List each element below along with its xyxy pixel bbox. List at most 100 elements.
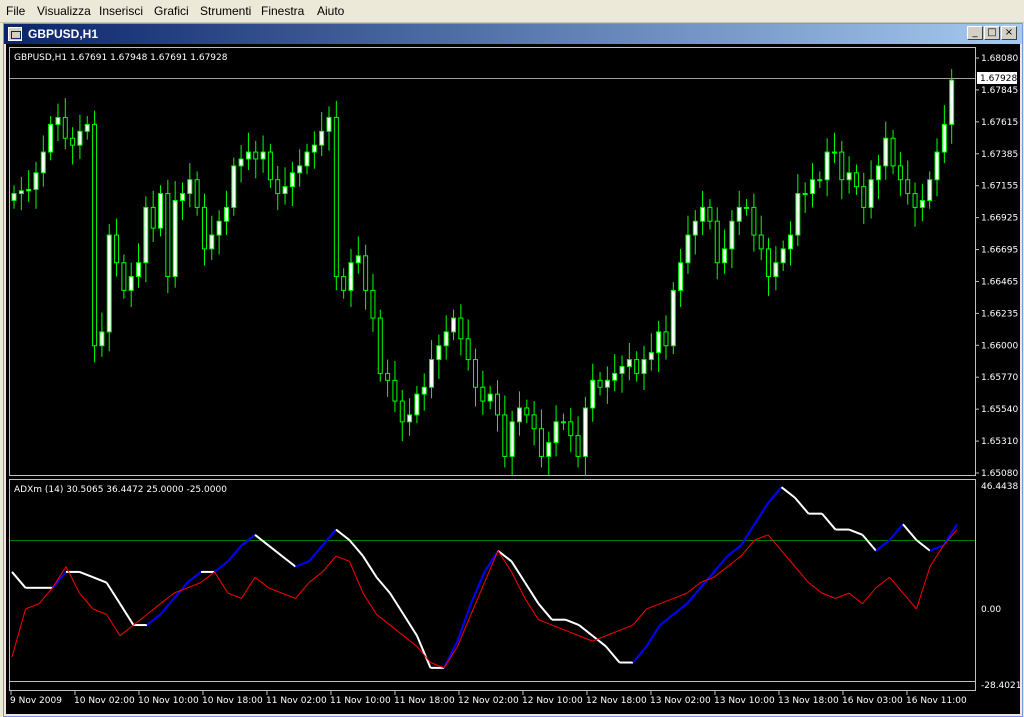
candle-body: [941, 123, 947, 153]
candle-body: [626, 359, 632, 367]
candle-body: [62, 116, 68, 139]
candle-body: [414, 393, 420, 416]
candle-body: [868, 179, 874, 208]
candle-body: [824, 151, 830, 181]
chart-canvas[interactable]: GBPUSD,H1 1.67691 1.67948 1.67691 1.6792…: [0, 0, 1024, 717]
time-tick-label: 16 Nov 11:00: [906, 696, 967, 706]
candle-body: [319, 130, 325, 146]
candle-body: [546, 442, 552, 457]
candle-body: [304, 151, 310, 167]
candle-body: [905, 179, 911, 195]
candle-body: [326, 116, 332, 132]
candle-body: [179, 193, 185, 201]
price-info-label: GBPUSD,H1 1.67691 1.67948 1.67691 1.6792…: [14, 53, 228, 63]
candle-body: [99, 331, 105, 347]
candle-body: [656, 331, 662, 354]
candle-body: [348, 262, 354, 291]
time-tick-label: 9 Nov 2009: [10, 696, 62, 706]
candle-body: [590, 379, 596, 409]
candle-body: [758, 234, 764, 250]
candle-body: [40, 151, 46, 174]
candle-body: [407, 414, 413, 423]
candle-body: [875, 165, 881, 181]
candle-body: [392, 379, 398, 402]
candle-body: [927, 179, 933, 201]
candle-body: [648, 352, 654, 361]
candle-body: [275, 179, 281, 195]
candle-body: [187, 179, 193, 195]
candle-body: [363, 255, 369, 291]
candle-body: [597, 379, 603, 388]
candle-body: [267, 151, 273, 181]
candle-body: [150, 206, 156, 229]
candle-body: [18, 190, 24, 195]
candle-body: [494, 393, 500, 416]
candle-body: [612, 372, 618, 381]
time-tick-label: 11 Nov 02:00: [266, 696, 327, 706]
candle-body: [846, 172, 852, 181]
candle-body: [509, 421, 515, 457]
candle-body: [744, 206, 750, 209]
candle-body: [560, 421, 566, 424]
candle-body: [795, 193, 801, 236]
candle-body: [370, 289, 376, 319]
candle-body: [55, 116, 61, 125]
time-tick-label: 11 Nov 10:00: [330, 696, 391, 706]
price-tick-label: 1.66695: [981, 246, 1018, 256]
time-tick-label: 10 Nov 10:00: [138, 696, 199, 706]
candle-body: [289, 172, 295, 188]
candle-body: [634, 359, 640, 374]
candle-body: [11, 193, 17, 201]
candle-body: [861, 186, 867, 208]
candle-body: [458, 317, 464, 340]
candle-body: [919, 199, 925, 208]
indicator-tick-label: 46.4438: [981, 482, 1018, 492]
time-tick-label: 13 Nov 10:00: [714, 696, 775, 706]
price-tick-label: 1.68080: [981, 54, 1018, 64]
candle-body: [817, 179, 823, 182]
candle-body: [553, 421, 559, 444]
price-tick-label: 1.65080: [981, 469, 1018, 479]
candle-body: [912, 193, 918, 208]
candle-body: [839, 151, 845, 181]
candle-body: [766, 248, 772, 278]
candle-body: [480, 386, 486, 402]
candle-body: [568, 421, 574, 437]
candle-body: [128, 276, 134, 291]
candle-body: [809, 179, 815, 195]
candle-body: [165, 193, 171, 278]
time-tick-label: 10 Nov 02:00: [74, 696, 135, 706]
candle-body: [736, 206, 742, 222]
candle-body: [831, 151, 837, 154]
price-tick-label: 1.67155: [981, 182, 1018, 192]
candle-body: [538, 428, 544, 457]
candle-body: [641, 359, 647, 374]
candle-body: [260, 151, 266, 160]
candle-body: [216, 220, 222, 236]
candle-body: [949, 79, 955, 125]
price-tick-label: 1.66925: [981, 214, 1018, 224]
price-tick-label: 1.65770: [981, 373, 1018, 383]
candle-body: [443, 331, 449, 347]
candle-body: [678, 262, 684, 291]
candle-body: [282, 186, 288, 195]
indicator-tick-label: -28.4021: [981, 681, 1021, 691]
time-tick-label: 11 Nov 18:00: [394, 696, 455, 706]
candle-body: [172, 199, 178, 278]
candle-body: [788, 234, 794, 250]
candle-body: [158, 193, 164, 229]
candle-body: [502, 414, 508, 457]
candle-body: [465, 338, 471, 361]
candle-body: [377, 317, 383, 374]
candle-body: [604, 379, 610, 388]
candle-body: [77, 130, 83, 146]
time-tick-label: 12 Nov 18:00: [586, 696, 647, 706]
candle-body: [223, 206, 229, 222]
candle-body: [692, 220, 698, 236]
candle-body: [429, 359, 435, 388]
candle-body: [238, 158, 244, 167]
chart-background: [6, 44, 1020, 714]
candle-body: [883, 137, 889, 167]
price-tick-label: 1.67385: [981, 150, 1018, 160]
candle-body: [802, 193, 808, 196]
